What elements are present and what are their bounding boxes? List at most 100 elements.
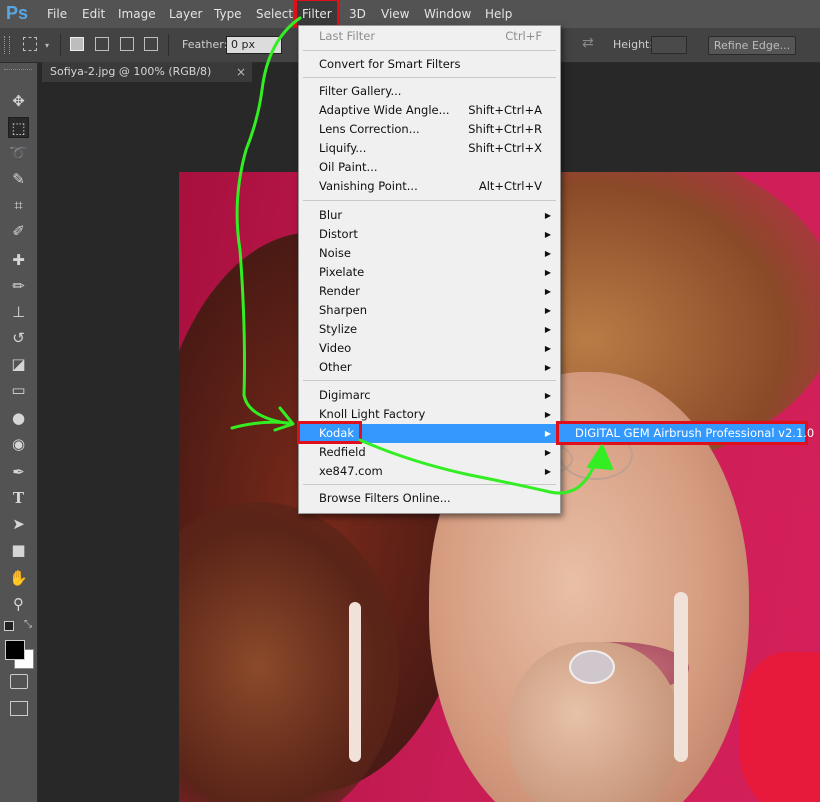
menu-item-digital-gem-airbrush[interactable]: DIGITAL GEM Airbrush Professional v2.1.0	[575, 424, 814, 442]
menu-item-shortcut: Shift+Ctrl+A	[468, 103, 542, 117]
menu-item-last-filter[interactable]: Last Filter Ctrl+F	[300, 27, 559, 46]
menu-item-label: Video	[319, 341, 352, 355]
refine-edge-button[interactable]: Refine Edge...	[708, 36, 796, 55]
menu-item-blur[interactable]: Blur ▶	[300, 206, 559, 225]
menu-view[interactable]: View	[381, 0, 409, 28]
chevron-right-icon: ▶	[544, 448, 551, 457]
type-tool[interactable]: T	[8, 488, 29, 509]
brush-tool[interactable]: ✏	[8, 276, 29, 297]
menu-select[interactable]: Select	[256, 0, 293, 28]
menu-item-label: Sharpen	[319, 303, 368, 317]
crop-tool[interactable]: ⌗	[8, 195, 29, 216]
menu-item-pixelate[interactable]: Pixelate ▶	[300, 263, 559, 282]
menu-item-shortcut: Alt+Ctrl+V	[478, 179, 542, 193]
menu-item-oil-paint[interactable]: Oil Paint...	[300, 158, 559, 177]
blur-tool[interactable]: ●	[8, 408, 29, 429]
history-brush-tool[interactable]: ↺	[8, 328, 29, 349]
menu-edit[interactable]: Edit	[82, 0, 105, 28]
new-selection-icon[interactable]	[70, 37, 84, 51]
eyedropper-tool[interactable]: ✐	[8, 221, 29, 242]
menu-help[interactable]: Help	[485, 0, 512, 28]
chevron-right-icon: ▶	[544, 230, 551, 239]
menu-item-label: Redfield	[319, 445, 366, 459]
chevron-right-icon: ▶	[544, 467, 551, 476]
earring-right	[674, 592, 688, 762]
zoom-tool[interactable]: ⚲	[8, 594, 29, 615]
chevron-right-icon: ▶	[544, 410, 551, 419]
document-tab[interactable]: Sofiya-2.jpg @ 100% (RGB/8) ×	[42, 62, 252, 82]
quick-selection-tool[interactable]: ✎	[8, 169, 29, 190]
default-colors-icon[interactable]	[4, 621, 14, 631]
document-title: Sofiya-2.jpg @ 100% (RGB/8)	[50, 65, 212, 78]
menu-file[interactable]: File	[47, 0, 67, 28]
menu-3d[interactable]: 3D	[349, 0, 366, 28]
menu-item-label: xe847.com	[319, 464, 383, 478]
menu-item-xe847[interactable]: xe847.com ▶	[300, 462, 559, 481]
rectangle-tool[interactable]: ■	[8, 540, 29, 561]
menu-item-sharpen[interactable]: Sharpen ▶	[300, 301, 559, 320]
menu-filter[interactable]: Filter	[294, 0, 340, 30]
menu-item-render[interactable]: Render ▶	[300, 282, 559, 301]
marquee-tool[interactable]: ⬚	[8, 117, 29, 138]
clone-stamp-tool[interactable]: ⊥	[8, 302, 29, 323]
menu-item-stylize[interactable]: Stylize ▶	[300, 320, 559, 339]
intersect-selection-icon[interactable]	[144, 37, 158, 51]
add-to-selection-icon[interactable]	[95, 37, 109, 51]
menu-item-vanishing-point[interactable]: Vanishing Point... Alt+Ctrl+V	[300, 177, 559, 196]
menu-item-label: Distort	[319, 227, 358, 241]
menu-item-filter-gallery[interactable]: Filter Gallery...	[300, 82, 559, 101]
menu-layer[interactable]: Layer	[169, 0, 202, 28]
ring	[569, 650, 615, 684]
chevron-right-icon: ▶	[544, 287, 551, 296]
menu-image[interactable]: Image	[118, 0, 156, 28]
close-icon[interactable]: ×	[236, 62, 246, 82]
menu-item-label: Last Filter	[319, 29, 376, 43]
healing-brush-tool[interactable]: ✚	[8, 250, 29, 271]
menu-type[interactable]: Type	[214, 0, 242, 28]
menu-item-label: Blur	[319, 208, 343, 222]
swap-dimensions-icon[interactable]: ⇄	[582, 35, 594, 51]
menu-item-label: Oil Paint...	[319, 160, 378, 174]
red-fabric	[739, 652, 820, 802]
menu-item-redfield[interactable]: Redfield ▶	[300, 443, 559, 462]
menu-item-noise[interactable]: Noise ▶	[300, 244, 559, 263]
options-grip-icon	[4, 36, 10, 54]
menu-item-distort[interactable]: Distort ▶	[300, 225, 559, 244]
subtract-from-selection-icon[interactable]	[120, 37, 134, 51]
path-selection-tool[interactable]: ➤	[8, 514, 29, 535]
screen-mode-icon[interactable]	[10, 701, 28, 716]
quick-mask-icon[interactable]	[10, 674, 28, 689]
menu-item-shortcut: Shift+Ctrl+R	[468, 122, 542, 136]
feather-input[interactable]: 0 px	[226, 36, 282, 54]
menu-item-digimarc[interactable]: Digimarc ▶	[300, 386, 559, 405]
menu-item-lens-correction[interactable]: Lens Correction... Shift+Ctrl+R	[300, 120, 559, 139]
foreground-color[interactable]	[5, 640, 25, 660]
chevron-down-icon[interactable]: ▾	[45, 41, 49, 50]
menu-window[interactable]: Window	[424, 0, 471, 28]
swap-colors-icon[interactable]: ⤡	[24, 619, 32, 630]
chevron-right-icon: ▶	[544, 268, 551, 277]
menu-separator	[303, 380, 556, 381]
options-divider	[60, 34, 61, 56]
toolbox-grip-icon	[4, 69, 32, 78]
menu-item-video[interactable]: Video ▶	[300, 339, 559, 358]
dodge-tool[interactable]: ◉	[8, 434, 29, 455]
menu-item-other[interactable]: Other ▶	[300, 358, 559, 377]
eraser-tool[interactable]: ◪	[8, 354, 29, 375]
menu-item-label: Browse Filters Online...	[319, 491, 451, 505]
pen-tool[interactable]: ✒	[8, 462, 29, 483]
toolbox: ✥ ⬚ ➰ ✎ ⌗ ✐ ✚ ✏ ⊥ ↺ ◪ ▭ ● ◉ ✒ T ➤ ■ ✋ ⚲ …	[0, 63, 38, 802]
menu-separator	[303, 77, 556, 78]
marquee-preset-icon[interactable]	[23, 37, 37, 51]
menu-item-liquify[interactable]: Liquify... Shift+Ctrl+X	[300, 139, 559, 158]
menu-item-label: Liquify...	[319, 141, 367, 155]
menu-item-label: Digimarc	[319, 388, 371, 402]
hand-tool[interactable]: ✋	[8, 568, 29, 589]
move-tool[interactable]: ✥	[8, 91, 29, 112]
gradient-tool[interactable]: ▭	[8, 380, 29, 401]
menu-item-convert-smart-filters[interactable]: Convert for Smart Filters	[300, 55, 559, 74]
menu-item-browse-filters-online[interactable]: Browse Filters Online...	[300, 489, 559, 508]
height-input[interactable]	[651, 36, 687, 54]
lasso-tool[interactable]: ➰	[8, 143, 29, 164]
menu-item-adaptive-wide-angle[interactable]: Adaptive Wide Angle... Shift+Ctrl+A	[300, 101, 559, 120]
